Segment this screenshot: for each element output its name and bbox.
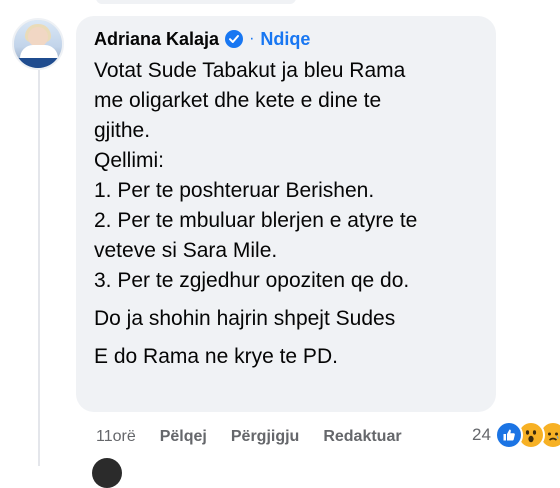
comment-line: Do ja shohin hajrin shpejt Sudes xyxy=(94,307,396,330)
comment-header: Adriana Kalaja · Ndiqe xyxy=(94,28,480,50)
follow-separator: · xyxy=(249,30,255,47)
reactions-summary[interactable]: 24 xyxy=(472,421,560,449)
follow-button[interactable]: Ndiqe xyxy=(260,29,310,50)
timestamp-link[interactable]: 11orë xyxy=(96,428,136,446)
reaction-count[interactable]: 24 xyxy=(472,425,491,445)
like-icon xyxy=(494,421,523,449)
previous-comment-fragment xyxy=(96,0,296,4)
comment-line: gjithe. xyxy=(94,119,151,142)
comment-text: Votat Sude Tabakut ja bleu Rama me oliga… xyxy=(94,56,480,372)
next-comment-avatar[interactable] xyxy=(92,458,122,488)
comment-bubble: Adriana Kalaja · Ndiqe Votat Sude Tabaku… xyxy=(76,16,496,412)
comment-line: me oligarket dhe kete e dine te xyxy=(94,89,382,112)
author-name[interactable]: Adriana Kalaja xyxy=(94,29,219,50)
reply-button[interactable]: Përgjigju xyxy=(231,428,299,446)
comment-line: 1. Per te poshteruar Berishen. xyxy=(94,179,375,202)
comment-line: 2. Per te mbuluar blerjen e atyre te xyxy=(94,209,418,232)
thread-line xyxy=(38,70,40,466)
comment-line: veteve si Sara Mile. xyxy=(94,239,278,262)
edited-label[interactable]: Redaktuar xyxy=(323,428,401,446)
avatar-banner xyxy=(14,58,62,68)
comment-actions: 11orë Pëlqej Përgjigju Redaktuar xyxy=(96,426,426,448)
comment-line: Votat Sude Tabakut ja bleu Rama xyxy=(94,59,406,82)
avatar[interactable] xyxy=(12,18,64,70)
avatar-face xyxy=(28,27,48,47)
verified-badge-icon xyxy=(225,30,244,48)
like-button[interactable]: Pëlqej xyxy=(160,428,207,446)
comment-line: 3. Per te zgjedhur opoziten qe do. xyxy=(94,269,410,292)
comment-line: E do Rama ne krye te PD. xyxy=(94,345,338,368)
comment-line: Qellimi: xyxy=(94,149,165,172)
